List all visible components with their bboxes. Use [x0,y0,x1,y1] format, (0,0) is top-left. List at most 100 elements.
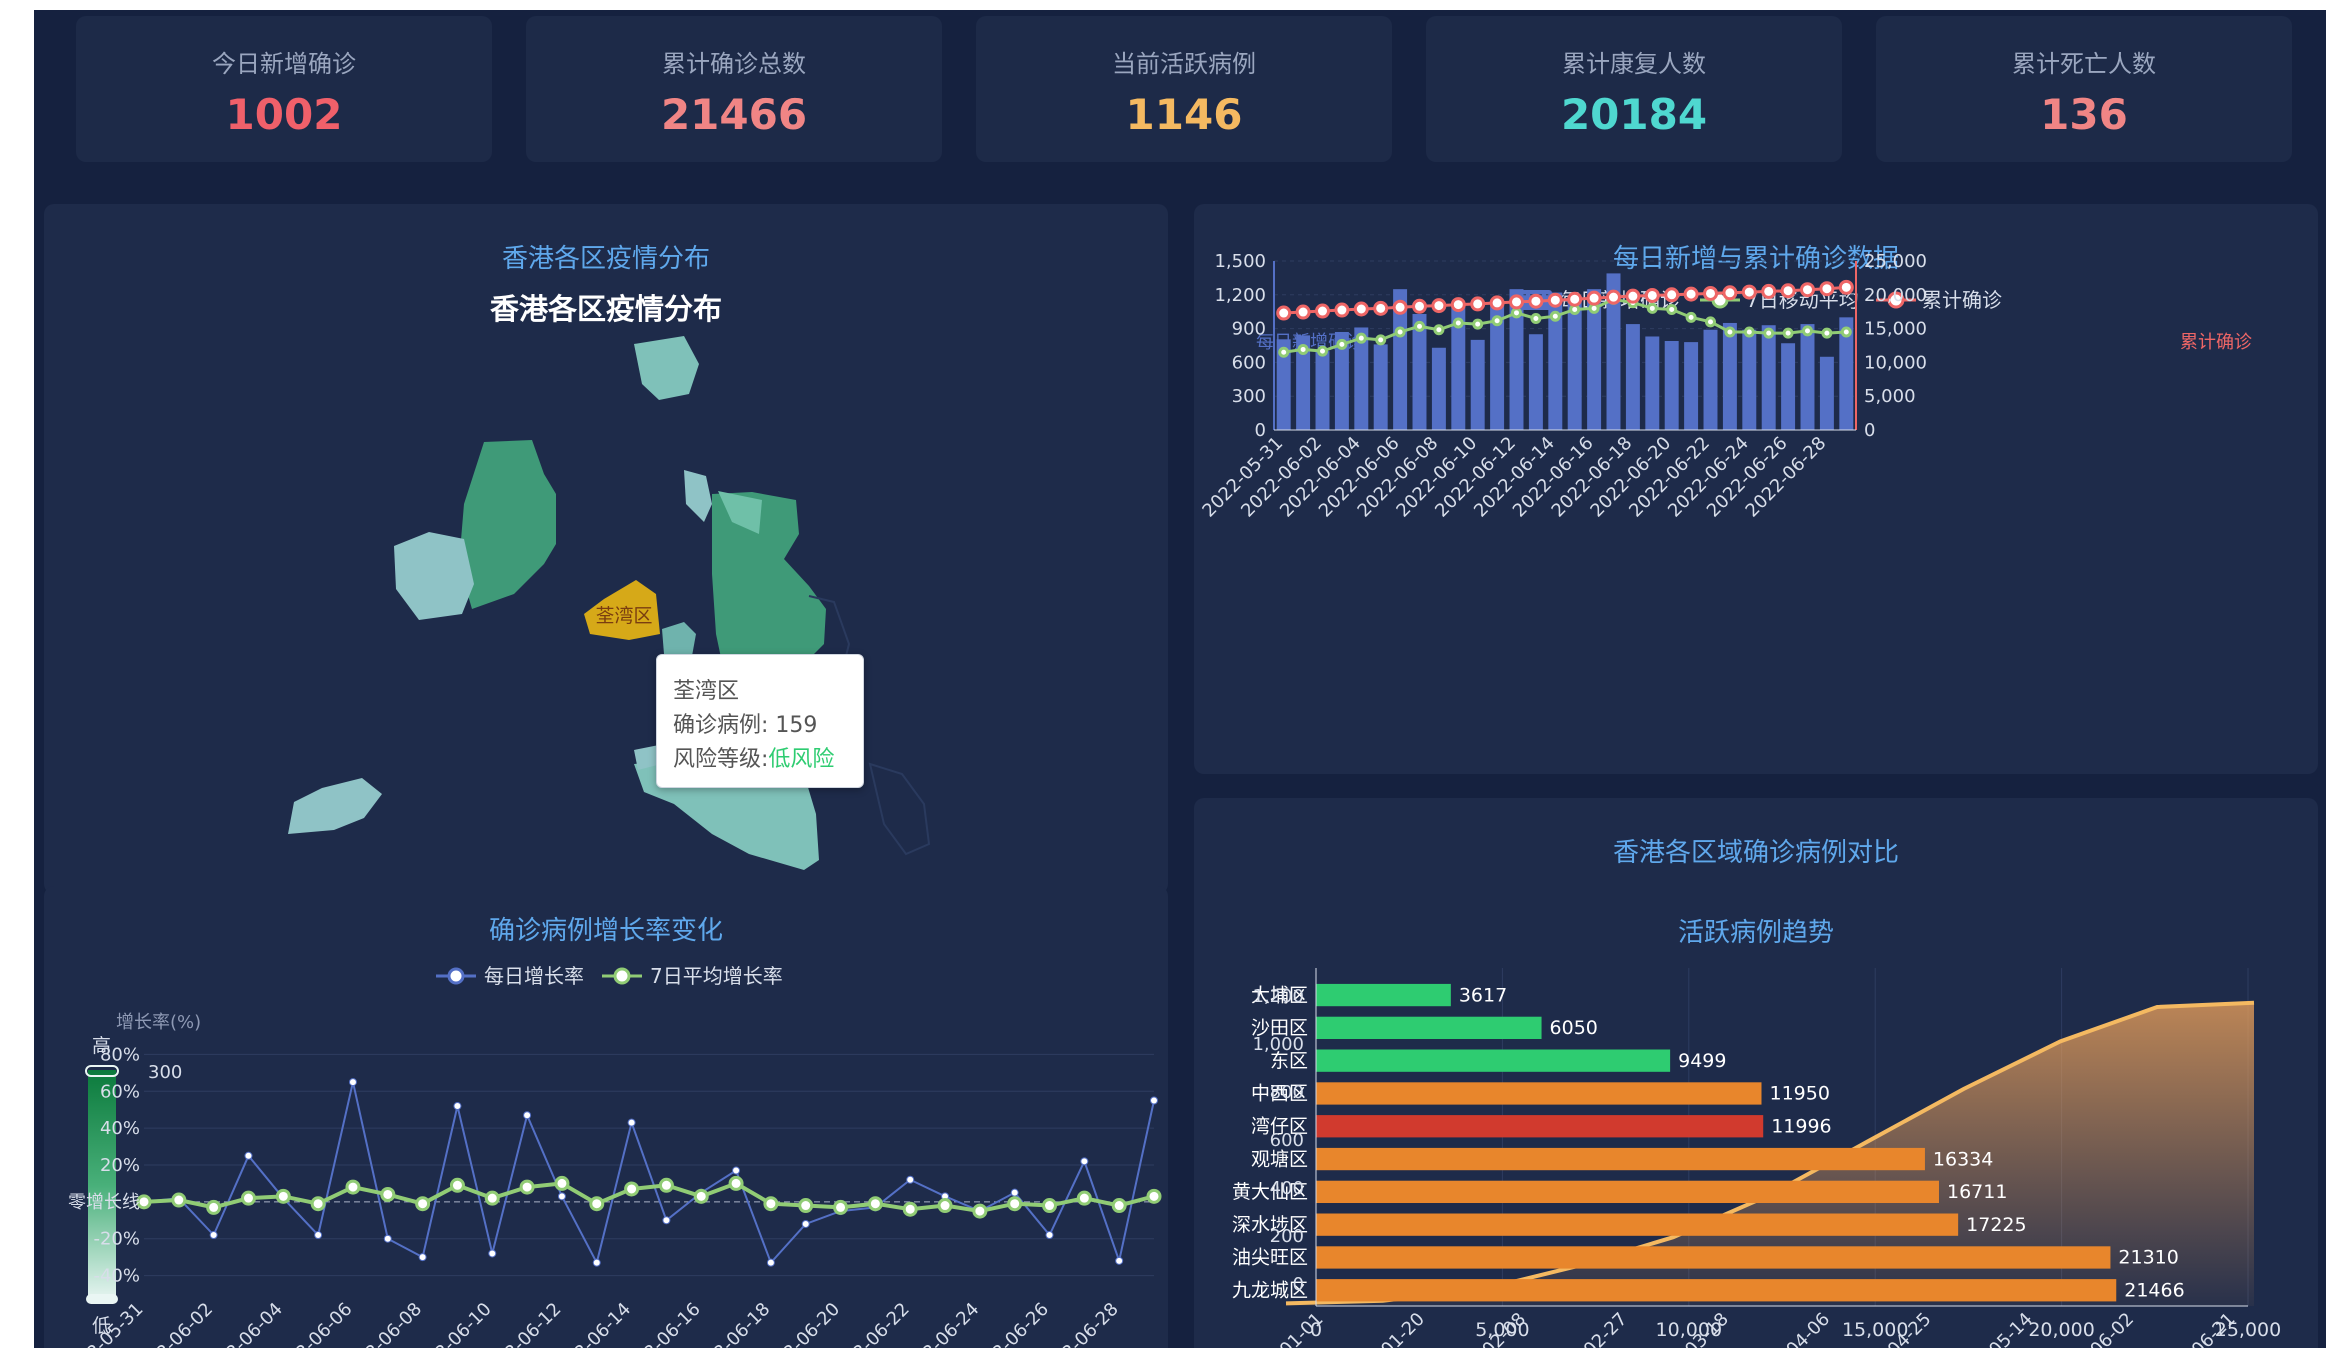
growth-rate-chart: 每日增长率 7日平均增长率 增长率(%) 高 低 300 -40%-20%零增长… [59,964,1162,1348]
map-district-shape[interactable] [712,492,826,680]
legend-label[interactable]: 每日增长率 [484,964,584,988]
cumulative-point [1353,301,1369,317]
left-tick-label: 1,200 [1214,285,1266,306]
moving-average-point [1840,326,1852,338]
region-comparison-panel: 香港各区域确诊病例对比 活跃病例趋势 大埔区 3617 沙田区 6050 东区 9499 中… [1194,798,2318,1348]
region-category-label: 观塘区 [1251,1148,1308,1170]
moving-average-point [1743,326,1755,338]
daily-growth-point [383,1234,392,1243]
cumulative-point [1334,302,1350,318]
map-district-shape[interactable] [684,470,712,522]
x-tick-label: 2022-06-14 [546,1299,635,1348]
x-tick-label: 2022-06-16 [616,1299,705,1348]
daily-growth-point [1150,1096,1158,1105]
map-district-shape[interactable] [634,336,699,400]
moving-average-point [1685,311,1697,323]
daily-growth-point [488,1249,497,1258]
left-tick-label: 600 [1232,352,1266,373]
cumulative-point [1780,283,1796,299]
x-tick-label: 2022-06-22 [825,1299,914,1348]
stat-card-recovered: 累计康复人数 20184 [1426,16,1842,162]
x-tick-label: 2022-06-26 [964,1299,1053,1348]
moving-average-point [1375,334,1387,346]
daily-bar [1567,298,1582,430]
moving-average-point [1472,318,1484,330]
moving-average-point [1705,316,1716,328]
cumulative-point [1373,300,1389,316]
daily-growth-point [348,1078,357,1087]
avg-growth-point [206,1199,222,1215]
cumulative-point [1431,298,1447,314]
right-tick-label: 15,000 [1864,319,1927,340]
avg-growth-point [1007,1196,1023,1212]
daily-bar [1431,347,1446,430]
moving-average-point [1491,315,1503,327]
right-tick-label: 25,000 [1864,251,1927,272]
x-tick-label: 2022-06-20 [755,1299,844,1348]
daily-growth-point [801,1219,810,1228]
overlay-y-tick-label: 0 [1293,1274,1304,1295]
moving-average-point [1666,303,1678,315]
cumulative-point [1625,288,1641,304]
map-district-shape[interactable] [288,778,382,834]
daily-cases-chart: 每日新增确诊 7日移动平均 累计确诊 每日新增确诊 累计确诊 003005,00… [1198,251,2252,522]
overlay-y-tick-label: 600 [1270,1130,1304,1151]
region-bar [1316,1082,1762,1105]
y-axis-label: 增长率(%) [116,1012,201,1033]
y-tick-label: 20% [100,1155,140,1176]
map-district-shape[interactable] [662,622,696,656]
left-tick-label: 0 [1255,420,1266,441]
overlay-x-tick-label: 2022-01-01 [1239,1309,1328,1348]
cumulative-point [1315,303,1330,319]
map-district-shape[interactable] [394,532,474,620]
avg-growth-point [310,1196,326,1212]
avg-growth-point [275,1188,291,1204]
moving-average-point [1336,338,1348,350]
right-tick-label: 20,000 [1864,285,1927,306]
region-value-label: 9499 [1678,1050,1726,1072]
overlay-x-tick-label: 2022-05-14 [1948,1309,2037,1348]
legend-label[interactable]: 7日平均增长率 [650,964,783,988]
visualmap-handle-bottom[interactable] [86,1294,118,1304]
avg-growth-point [484,1190,500,1206]
daily-bar [1684,342,1699,430]
region-bar [1316,1115,1764,1138]
moving-average-point [1355,332,1367,344]
x-tick-label: 2022-06-10 [407,1299,496,1348]
avg-growth-point [240,1190,256,1206]
stat-label: 当前活跃病例 [1112,50,1256,78]
daily-growth-point [557,1192,566,1201]
overlay-y-tick-label: 400 [1270,1178,1304,1199]
legend-marker [447,967,465,985]
overlay-x-tick-label: 2022-04-06 [1745,1309,1834,1348]
avg-growth-point [658,1177,674,1193]
avg-growth-point [1146,1188,1162,1204]
daily-growth-point [1010,1188,1019,1197]
tooltip-cases-value: 159 [775,713,818,738]
x-tick-label: 2022-06-24 [895,1299,984,1348]
avg-growth-point [1111,1198,1127,1214]
cumulative-point [1412,298,1427,314]
stat-label: 累计确诊总数 [662,50,806,78]
cumulative-point [1567,291,1583,307]
region-value-label: 21466 [2124,1280,2184,1302]
stat-card-active: 当前活跃病例 1146 [976,16,1392,162]
cumulative-point [1819,281,1835,297]
right-tick-label: 0 [1864,420,1875,441]
daily-bar [1645,336,1660,430]
avg-growth-point [1076,1190,1092,1206]
tooltip-district: 荃湾区 [673,679,740,704]
x-tick-label: 20,000 [2028,1319,2094,1341]
y-tick-label: 60% [100,1081,140,1102]
daily-bar [1315,351,1330,430]
daily-cases-panel: 每日新增与累计确诊数据 每日新增确诊 7日移动平均 累计确诊 每日新增确诊 累计… [1194,204,2318,774]
avg-growth-point [902,1201,918,1217]
legend-label[interactable]: 累计确诊 [1922,288,2002,312]
tooltip-risk-value: 低风险 [768,747,835,772]
chart-legend[interactable]: 每日增长率 7日平均增长率 [436,964,783,988]
daily-bar [1761,325,1776,430]
legend-marker [613,967,631,985]
x-tick-label: 2022-06-12 [477,1299,566,1348]
growth-rate-panel: 确诊病例增长率变化 每日增长率 7日平均增长率 增长率(%) 高 低 300 -… [44,886,1168,1348]
y-tick-label: 80% [100,1044,140,1065]
